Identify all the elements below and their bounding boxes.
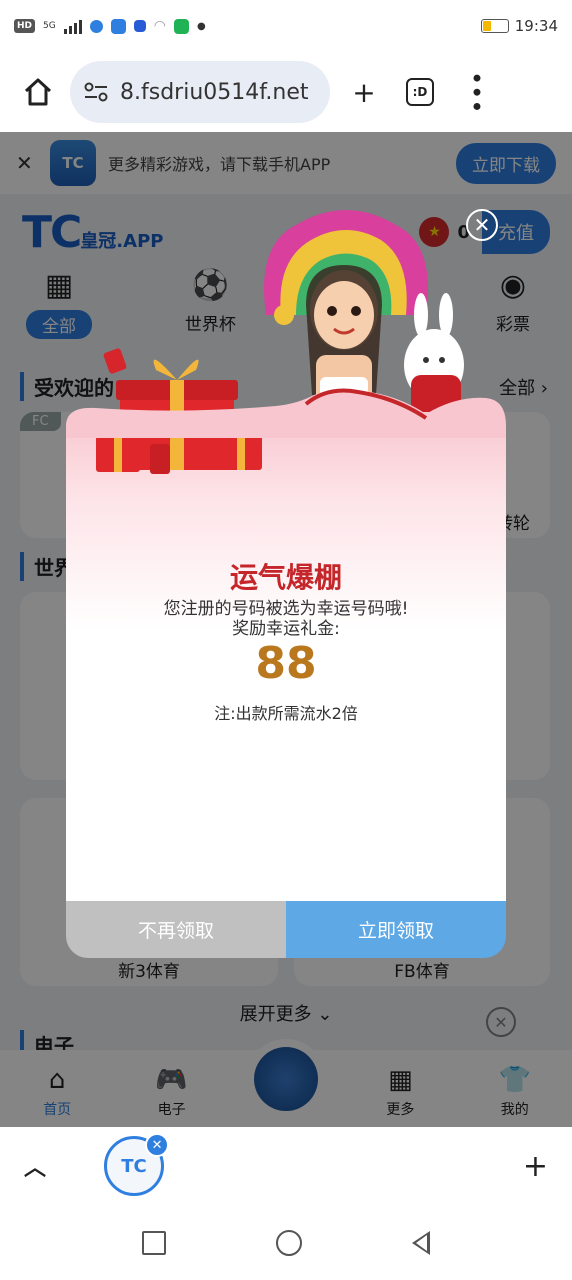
site-settings-icon[interactable] xyxy=(84,82,108,102)
popup-message-line2: 奖励幸运礼金: xyxy=(232,619,340,639)
system-nav-bar xyxy=(0,1205,572,1280)
browser-bottom-bar: ︿ TC ✕ + xyxy=(0,1127,572,1205)
close-icon[interactable]: ✕ xyxy=(145,1133,170,1157)
menu-button[interactable]: ••• xyxy=(454,70,498,114)
hd-indicator: HD xyxy=(14,19,36,33)
recents-icon[interactable] xyxy=(142,1230,166,1255)
popup-note: 注:出款所需流水2倍 xyxy=(214,704,358,723)
popup-message-line1: 您注册的号码被选为幸运号码哦! xyxy=(163,599,409,619)
status-bar: HD 5G ◠ ● 19:34 xyxy=(0,0,572,52)
popup-message: 您注册的号码被选为幸运号码哦! 奖励幸运礼金: xyxy=(66,599,506,639)
shield-app-icon xyxy=(110,18,126,34)
signal-icon xyxy=(63,18,82,34)
tab-switcher-button[interactable]: :D xyxy=(398,70,442,114)
bonus-amount: 88 xyxy=(255,638,317,689)
plus-icon: + xyxy=(352,75,376,109)
tab-thumbnail[interactable]: TC ✕ xyxy=(104,1133,170,1196)
home-button[interactable] xyxy=(18,72,58,112)
dot-icon: ● xyxy=(196,20,206,32)
chevron-up-icon[interactable]: ︿ xyxy=(24,1150,46,1182)
clock: 19:34 xyxy=(514,17,558,35)
search-app-icon xyxy=(89,19,103,33)
home-circle-icon[interactable] xyxy=(276,1229,302,1256)
url-text: 8.fsdriu0514f.net xyxy=(120,79,309,105)
home-icon xyxy=(24,78,52,106)
popup-wave-top xyxy=(66,388,506,438)
wifi-icon: ◠ xyxy=(153,18,166,34)
camera-app-icon xyxy=(173,18,189,34)
popup-title: 运气爆棚 xyxy=(229,561,342,594)
popup-body: 运气爆棚 您注册的号码被选为幸运号码哦! 奖励幸运礼金: 88 注:出款所需流水… xyxy=(66,412,506,901)
browser-toolbar: 8.fsdriu0514f.net + :D ••• xyxy=(0,52,572,132)
plus-icon[interactable]: + xyxy=(523,1149,548,1184)
hexagon-app-icon xyxy=(133,20,146,32)
network-type: 5G xyxy=(43,20,56,31)
tab-logo: TC xyxy=(121,1155,147,1177)
new-tab-button[interactable]: + xyxy=(342,70,386,114)
battery-icon xyxy=(480,19,509,33)
claim-button[interactable]: 立即领取 xyxy=(286,901,506,958)
back-icon[interactable] xyxy=(412,1230,430,1255)
more-vert-icon: ••• xyxy=(462,70,490,114)
decline-button[interactable]: 不再领取 xyxy=(66,901,286,958)
lucky-bonus-popup: 运气爆棚 您注册的号码被选为幸运号码哦! 奖励幸运礼金: 88 注:出款所需流水… xyxy=(66,412,506,958)
close-icon: ✕ xyxy=(494,1012,508,1032)
address-bar[interactable]: 8.fsdriu0514f.net xyxy=(70,61,330,123)
tab-count-icon: :D xyxy=(406,78,434,106)
float-close-button[interactable]: ✕ xyxy=(486,1007,516,1037)
